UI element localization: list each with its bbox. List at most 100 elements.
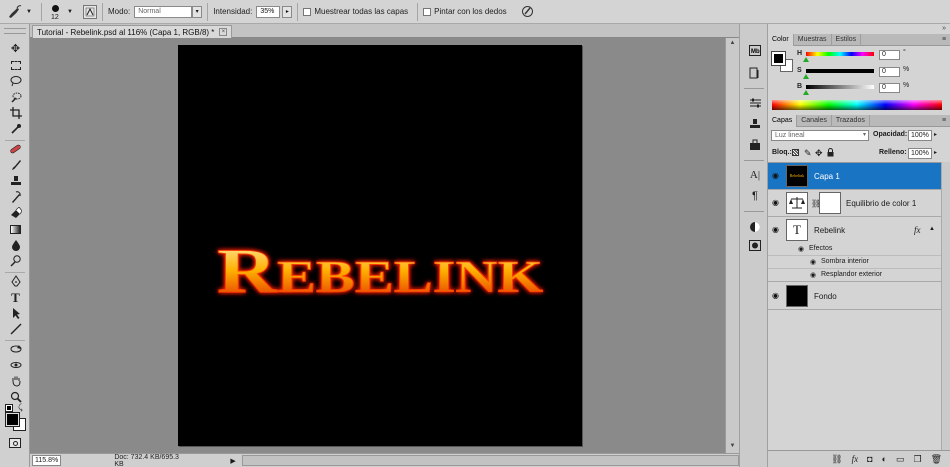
vertical-scrollbar[interactable]: ▲ ▼ [725, 38, 739, 453]
layer-mask-thumbnail[interactable] [819, 192, 841, 214]
lock-pixels-icon[interactable]: ✎ [804, 148, 812, 159]
channels-panel-icon[interactable] [748, 239, 762, 252]
effect-eye-icon[interactable]: ◉ [798, 245, 804, 253]
blur-tool-icon[interactable] [7, 238, 24, 252]
close-icon[interactable]: × [219, 28, 228, 36]
lasso-tool-icon[interactable] [7, 74, 24, 88]
pen-tool-icon[interactable] [7, 274, 24, 288]
new-layer-icon[interactable]: ❐ [913, 454, 921, 465]
hue-slider-thumb[interactable] [803, 57, 809, 62]
effect-eye-icon[interactable]: ◉ [810, 271, 816, 279]
brightness-slider-thumb[interactable] [803, 90, 809, 95]
tab-channels[interactable]: Canales [797, 115, 832, 127]
move-tool-icon[interactable]: ✥ [7, 42, 24, 56]
history-icon[interactable] [748, 66, 762, 79]
clone-source-icon[interactable] [748, 117, 762, 130]
finger-painting-checkbox[interactable] [423, 7, 432, 16]
mini-bridge-icon[interactable]: Mb [748, 44, 762, 57]
dodge-tool-icon[interactable] [7, 254, 24, 268]
color-spectrum-ramp[interactable] [772, 100, 942, 110]
effect-row[interactable]: ◉ Resplandor exterior [768, 269, 950, 282]
fill-slider-button[interactable]: ▸ [934, 148, 942, 159]
layer-row[interactable]: ◉ T Rebelink fx ▲ [768, 217, 950, 244]
eyedropper-tool-icon[interactable] [7, 122, 24, 136]
lock-position-icon[interactable]: ✥ [815, 148, 823, 159]
hand-tool-icon[interactable] [7, 374, 24, 388]
lock-transparent-icon[interactable] [792, 149, 799, 156]
3d-rotate-tool-icon[interactable] [7, 342, 24, 356]
character-panel-icon[interactable]: A| [748, 168, 762, 181]
crop-tool-icon[interactable] [7, 106, 24, 120]
new-adjustment-layer-icon[interactable]: ◐ [882, 454, 887, 464]
type-tool-icon[interactable]: T [7, 290, 24, 304]
toolbar-grip[interactable] [4, 28, 26, 34]
3d-orbit-tool-icon[interactable] [7, 358, 24, 372]
layer-row[interactable]: ◉ ⛓ Equilibrio de color 1 [768, 190, 950, 217]
panel-menu-icon[interactable]: ≡ [938, 34, 950, 45]
scroll-down-icon[interactable]: ▼ [728, 443, 737, 451]
scroll-up-icon[interactable]: ▲ [728, 40, 737, 48]
path-selection-tool-icon[interactable] [7, 306, 24, 320]
zoom-level-input[interactable]: 115.8% [32, 455, 62, 466]
hue-slider[interactable] [806, 52, 874, 56]
history-brush-tool-icon[interactable] [7, 190, 24, 204]
status-menu-arrow-icon[interactable]: ▶ [230, 457, 235, 465]
quick-selection-tool-icon[interactable] [7, 90, 24, 104]
smudge-tool-preset-picker[interactable]: ▼ [2, 2, 36, 22]
visibility-eye-icon[interactable]: ◉ [772, 292, 781, 300]
eraser-tool-icon[interactable] [7, 206, 24, 220]
effect-eye-icon[interactable]: ◉ [810, 258, 816, 266]
blend-mode-select[interactable]: Luz lineal ▾ [771, 130, 869, 141]
saturation-slider-thumb[interactable] [803, 74, 809, 79]
effects-row[interactable]: ◉ Efectos [768, 243, 950, 256]
swap-colors-icon[interactable]: ⤹ [18, 403, 23, 413]
horizontal-scrollbar[interactable] [241, 455, 739, 466]
link-layers-icon[interactable]: ⛓ [831, 454, 842, 465]
panel-menu-icon[interactable]: ≡ [938, 115, 950, 126]
gradient-tool-icon[interactable] [7, 222, 24, 236]
healing-brush-tool-icon[interactable] [7, 142, 24, 156]
opacity-input[interactable]: 100% [908, 130, 932, 141]
tab-paths[interactable]: Trazados [832, 115, 870, 127]
paragraph-panel-icon[interactable]: ¶ [748, 189, 762, 202]
brush-panel-toggle-button[interactable] [82, 4, 97, 19]
brightness-slider[interactable] [806, 85, 874, 89]
brightness-input[interactable]: 0 [879, 83, 900, 93]
marquee-tool-icon[interactable] [7, 58, 24, 72]
tab-styles[interactable]: Estilos [832, 34, 862, 46]
saturation-input[interactable]: 0 [879, 67, 900, 77]
effects-expand-icon[interactable]: ▲ [929, 226, 935, 232]
tab-layers[interactable]: Capas [768, 115, 798, 127]
opacity-slider-button[interactable]: ▸ [934, 130, 942, 141]
document-tab[interactable]: Tutorial - Rebelink.psd al 116% (Capa 1,… [32, 25, 233, 38]
intensity-input[interactable]: 35% [256, 5, 281, 18]
add-layer-mask-icon[interactable]: ◘ [867, 454, 872, 464]
fill-input[interactable]: 100% [908, 148, 932, 159]
chevron-down-icon[interactable]: ▼ [67, 9, 73, 15]
default-colors-icon[interactable] [5, 404, 13, 412]
visibility-eye-icon[interactable]: ◉ [772, 172, 781, 180]
quick-mask-button[interactable] [9, 438, 21, 448]
add-layer-style-icon[interactable]: fx [852, 454, 859, 464]
delete-layer-icon[interactable]: 🗑 [931, 454, 942, 465]
saturation-slider[interactable] [806, 69, 874, 73]
hue-input[interactable]: 0 [879, 50, 900, 60]
lock-all-icon[interactable] [827, 148, 834, 157]
visibility-eye-icon[interactable]: ◉ [772, 199, 781, 207]
layers-scrollbar[interactable] [941, 162, 950, 450]
effect-row[interactable]: ◉ Sombra interior [768, 256, 950, 269]
layer-row[interactable]: ◉ Fondo [768, 283, 950, 310]
layer-effects-fx-icon[interactable]: fx [914, 225, 921, 235]
document-canvas[interactable]: Rebelink [178, 45, 582, 446]
masks-panel-icon[interactable] [748, 220, 762, 233]
intensity-slider-button[interactable]: ▸ [282, 5, 293, 18]
tool-presets-icon[interactable] [748, 138, 762, 151]
clone-stamp-tool-icon[interactable] [7, 174, 24, 188]
adjustments-icon[interactable] [748, 96, 762, 109]
mode-select[interactable]: Normal ▾ [134, 5, 203, 18]
brush-tool-icon[interactable] [7, 158, 24, 172]
panel-collapse-icon[interactable]: » [942, 25, 946, 32]
sample-all-layers-checkbox[interactable] [303, 7, 312, 16]
line-tool-icon[interactable] [7, 322, 24, 336]
color-fg-swatch[interactable] [771, 51, 786, 66]
